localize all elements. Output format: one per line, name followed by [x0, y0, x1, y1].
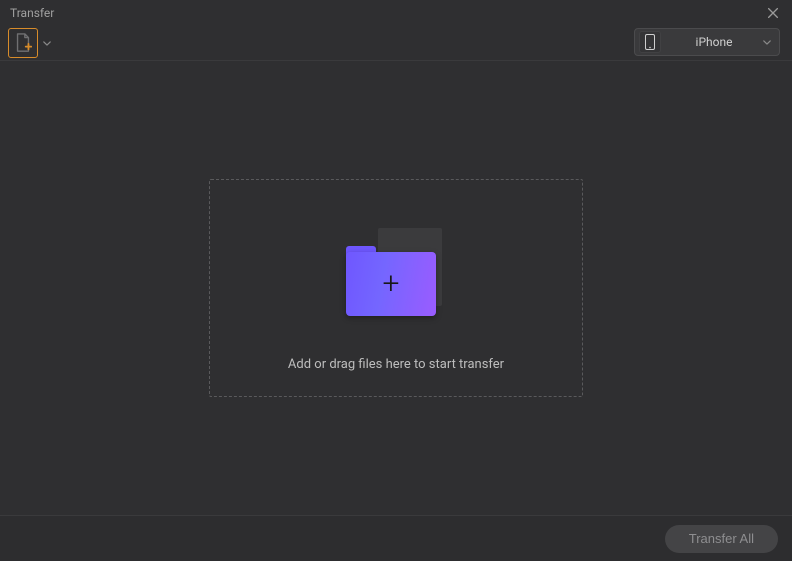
- close-icon: [766, 6, 780, 20]
- file-dropzone[interactable]: + Add or drag files here to start transf…: [209, 179, 583, 397]
- device-selector[interactable]: iPhone: [634, 28, 780, 56]
- add-file-icon: [14, 33, 32, 53]
- dropzone-hint: Add or drag files here to start transfer: [288, 357, 504, 372]
- footer: Transfer All: [0, 515, 792, 561]
- chevron-down-icon: [763, 37, 771, 48]
- transfer-all-button[interactable]: Transfer All: [665, 525, 778, 553]
- close-button[interactable]: [764, 4, 782, 22]
- add-file-button[interactable]: [8, 28, 38, 58]
- add-file-dropdown-caret[interactable]: [42, 28, 52, 58]
- device-selected-label: iPhone: [665, 35, 763, 49]
- toolbar: iPhone: [0, 26, 792, 60]
- chevron-down-icon: [43, 41, 51, 46]
- phone-icon: [639, 31, 661, 53]
- titlebar: Transfer: [0, 0, 792, 26]
- main-area: + Add or drag files here to start transf…: [0, 61, 792, 515]
- folder-add-icon: +: [346, 228, 446, 318]
- window-title: Transfer: [10, 6, 54, 20]
